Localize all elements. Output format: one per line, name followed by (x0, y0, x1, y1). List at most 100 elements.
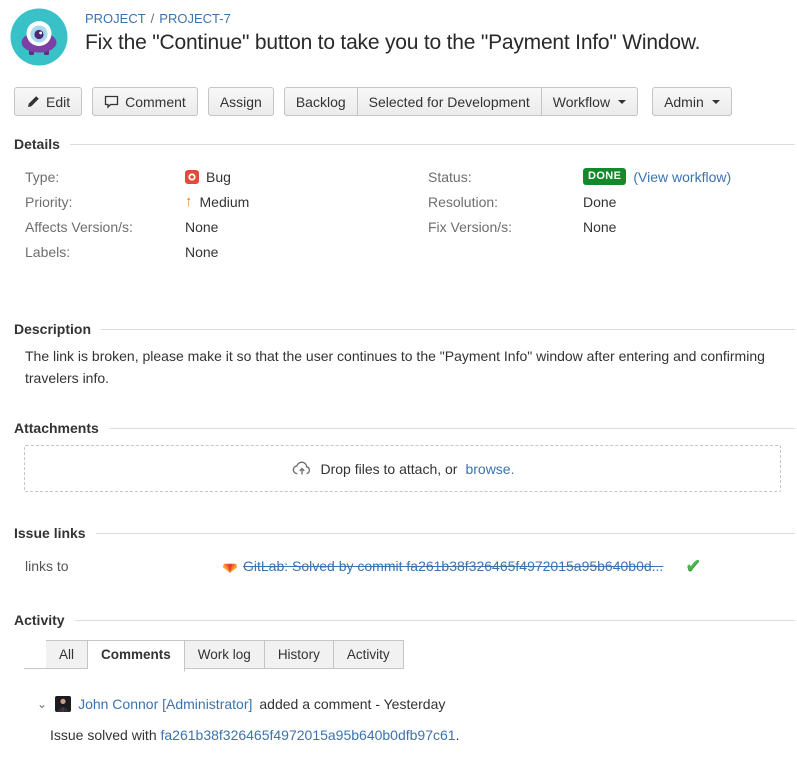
comment-body: Issue solved with fa261b38f326465f497201… (50, 727, 797, 743)
type-value: Bug (206, 169, 231, 185)
description-text: The link is broken, please make it so th… (25, 346, 772, 389)
description-heading: Description (14, 321, 795, 337)
comment-text-suffix: . (456, 727, 460, 743)
affects-versions-value: None (185, 219, 218, 235)
field-affects-versions: Affects Version/s: None (25, 214, 428, 239)
comment-text: Issue solved with (50, 727, 157, 743)
details-right-column: Status: DONE (View workflow) Resolution:… (428, 164, 797, 264)
issue-links-heading: Issue links (14, 525, 795, 541)
page-title: Fix the "Continue" button to take you to… (85, 31, 700, 55)
tab-work-log[interactable]: Work log (185, 640, 265, 669)
edit-button[interactable]: Edit (14, 87, 82, 116)
selected-for-development-label: Selected for Development (369, 94, 530, 110)
comment-author-link[interactable]: John Connor [Administrator] (78, 696, 252, 712)
user-avatar[interactable] (55, 696, 71, 712)
fix-versions-value: None (583, 219, 616, 235)
gitlab-link-text: GitLab: Solved by commit fa261b38f326465… (243, 558, 663, 574)
header-text: PROJECT / PROJECT-7 Fix the "Continue" but… (85, 8, 700, 55)
gitlab-icon (222, 558, 238, 574)
view-workflow-link[interactable]: (View workflow) (633, 169, 731, 185)
details-left-column: Type: Bug Priority: ↑ Medium (25, 164, 428, 264)
description-heading-label: Description (14, 321, 91, 337)
field-resolution: Resolution: Done (428, 189, 797, 214)
breadcrumb: PROJECT / PROJECT-7 (85, 11, 700, 26)
backlog-button-label: Backlog (296, 94, 346, 110)
affects-versions-label: Affects Version/s: (25, 219, 185, 235)
tab-activity[interactable]: Activity (334, 640, 404, 669)
project-avatar-icon[interactable] (10, 8, 68, 66)
attachments-heading-label: Attachments (14, 420, 99, 436)
issue-header: PROJECT / PROJECT-7 Fix the "Continue" but… (0, 0, 797, 66)
details-heading-label: Details (14, 136, 60, 152)
dropdown-caret-icon (618, 100, 626, 104)
field-type: Type: Bug (25, 164, 428, 189)
issue-links-heading-label: Issue links (14, 525, 86, 541)
issue-links-section: Issue links links to GitLab: Solved by c… (0, 525, 797, 576)
dropdown-caret-icon (712, 100, 720, 104)
section-divider (109, 428, 795, 429)
admin-dropdown-button[interactable]: Admin (652, 87, 732, 116)
breadcrumb-project-link[interactable]: PROJECT (85, 11, 146, 26)
field-labels: Labels: None (25, 239, 428, 264)
labels-value: None (185, 244, 218, 260)
workflow-dropdown-button[interactable]: Workflow (542, 87, 638, 116)
activity-section: Activity All Comments Work log History A… (0, 612, 797, 743)
resolution-value: Done (583, 194, 616, 210)
activity-heading-label: Activity (14, 612, 65, 628)
field-status: Status: DONE (View workflow) (428, 164, 797, 189)
description-section: Description The link is broken, please m… (0, 321, 797, 389)
section-divider (96, 533, 795, 534)
cloud-upload-icon (291, 458, 313, 480)
status-label: Status: (428, 169, 583, 185)
labels-label: Labels: (25, 244, 185, 260)
priority-label: Priority: (25, 194, 185, 210)
breadcrumb-issue-link[interactable]: PROJECT-7 (159, 11, 231, 26)
backlog-button[interactable]: Backlog (284, 87, 358, 116)
comment-header: ⌄ John Connor [Administrator] added a co… (36, 696, 797, 712)
status-badge: DONE (583, 168, 626, 184)
comment-button-label: Comment (125, 94, 186, 110)
attachments-section: Attachments Drop files to attach, or bro… (0, 420, 797, 492)
details-heading: Details (14, 136, 795, 152)
field-priority: Priority: ↑ Medium (25, 189, 428, 214)
issue-link-row: links to GitLab: Solved by commit fa261b… (25, 556, 797, 576)
browse-link[interactable]: browse. (465, 461, 514, 477)
tab-history[interactable]: History (265, 640, 334, 669)
assign-button-label: Assign (220, 94, 262, 110)
tab-comments[interactable]: Comments (88, 640, 185, 672)
tab-all[interactable]: All (46, 640, 88, 669)
comment-button[interactable]: Comment (92, 87, 198, 116)
fix-versions-label: Fix Version/s: (428, 219, 583, 235)
admin-dropdown-label: Admin (664, 94, 704, 110)
green-check-icon: ✔ (685, 557, 701, 576)
tab-bar-lead (24, 641, 46, 669)
dropzone-text: Drop files to attach, or (321, 461, 458, 477)
chevron-down-icon[interactable]: ⌄ (36, 698, 48, 710)
toolbar: Edit Comment Assign Backlog Selected for… (14, 87, 783, 116)
selected-for-development-button[interactable]: Selected for Development (358, 87, 542, 116)
issue-page: PROJECT / PROJECT-7 Fix the "Continue" but… (0, 0, 797, 743)
workflow-button-group: Backlog Selected for Development Workflo… (284, 87, 638, 116)
resolution-label: Resolution: (428, 194, 583, 210)
comment-meta: added a comment - Yesterday (259, 696, 445, 712)
section-divider (101, 329, 795, 330)
edit-button-label: Edit (46, 94, 70, 110)
details-section: Details Type: Bug Priority: ↑ (0, 136, 797, 264)
section-divider (70, 144, 795, 145)
link-relation-label: links to (25, 558, 222, 574)
arrow-up-icon: ↑ (185, 194, 193, 209)
pencil-icon (26, 95, 40, 109)
workflow-dropdown-label: Workflow (553, 94, 610, 110)
details-grid: Type: Bug Priority: ↑ Medium (25, 164, 797, 264)
attachments-heading: Attachments (14, 420, 795, 436)
field-fix-versions: Fix Version/s: None (428, 214, 797, 239)
assign-button[interactable]: Assign (208, 87, 274, 116)
breadcrumb-separator: / (151, 11, 155, 26)
activity-heading: Activity (14, 612, 795, 628)
priority-value: Medium (200, 194, 250, 210)
section-divider (75, 620, 795, 621)
commit-hash-link[interactable]: fa261b38f326465f4972015a95b640b0dfb97c61 (161, 727, 456, 743)
attachments-dropzone[interactable]: Drop files to attach, or browse. (24, 445, 781, 492)
activity-tabs: All Comments Work log History Activity (24, 640, 783, 669)
gitlab-commit-link[interactable]: GitLab: Solved by commit fa261b38f326465… (222, 558, 663, 574)
